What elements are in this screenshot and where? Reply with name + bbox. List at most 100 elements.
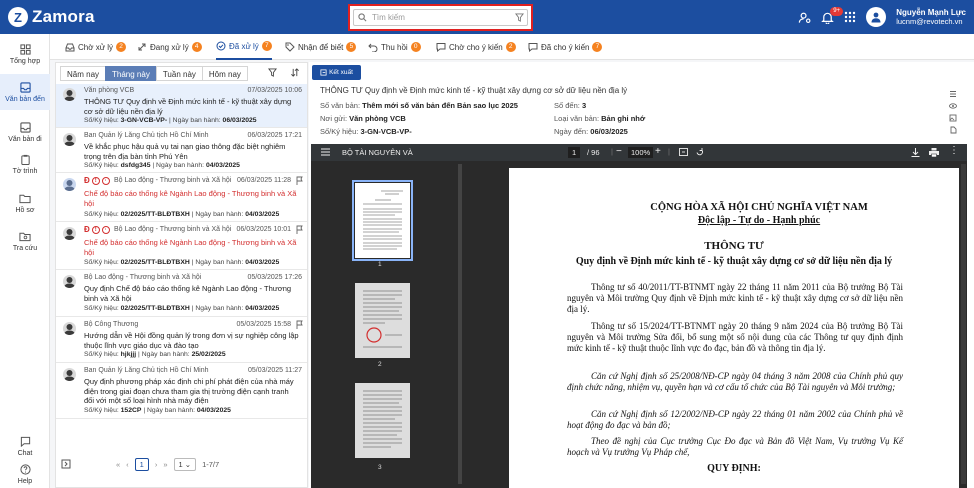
list-item-meta: Số/Ký hiệu: dsfdg345 | Ngày ban hành: 04… [84,162,240,169]
search-input[interactable]: Tìm kiếm [353,9,528,26]
document-icon[interactable] [949,126,957,134]
help-icon [19,463,31,475]
sidebar-item-label: Tờ trình [12,167,38,175]
page-thumbnail[interactable] [355,283,410,358]
list-filter-icon[interactable] [268,68,277,77]
list-item[interactable]: Bộ Lao động - Thương binh và Xã hội 05/0… [56,271,307,317]
export-icon [320,69,327,76]
menu-icon[interactable] [321,148,330,156]
eye-icon[interactable] [949,102,957,110]
user-info[interactable]: Nguyễn Mạnh Lực lucnm@revotech.vn [896,8,966,26]
dashboard-icon [19,43,31,55]
fit-page-icon[interactable] [679,148,688,156]
panel-toggle-icon[interactable] [61,459,71,469]
notification-bell-icon[interactable]: 9+ [821,6,844,24]
apps-grid-icon[interactable] [844,11,856,23]
list-item[interactable]: Văn phòng VCB 07/03/2025 10:06 THÔNG TƯ … [56,84,307,128]
search-box-highlight: Tìm kiếm [348,4,533,31]
list-item[interactable]: Đ ! · Bộ Lao động - Thương binh và Xã hộ… [56,223,307,270]
sidebar-item-ho-so[interactable]: Hồ sơ [0,185,50,221]
tab-nhan-de-biet[interactable]: Nhận để biết 5 [285,34,357,60]
print-icon[interactable] [929,148,939,157]
tab-count-badge: 5 [346,42,357,52]
page-thumbnail[interactable] [352,180,413,261]
page-range: 1-7/7 [202,460,220,469]
thumbnail-scrollbar[interactable] [458,164,462,484]
user-avatar[interactable] [866,7,887,27]
period-hom-nay[interactable]: Hôm nay [201,66,248,81]
sidebar-item-label: Hồ sơ [15,206,35,214]
sidebar-item-to-trinh[interactable]: Tờ trình [0,146,50,182]
download-icon[interactable] [911,148,920,157]
rotate-icon[interactable] [695,148,704,157]
zoom-out-icon[interactable]: − [616,146,622,157]
undo-icon [368,42,378,52]
sidebar-item-tra-cuu[interactable]: Tra cứu [0,223,50,259]
tab-cho-cho-y-kien[interactable]: Chờ cho ý kiến 2 [436,34,516,60]
tab-thu-hoi[interactable]: Thu hồi 0 [368,34,421,60]
tab-count-badge: 7 [261,41,272,51]
list-view-icon[interactable] [949,90,957,98]
top-header: Z Zamora Tìm kiếm 9+ Nguyễn Mạnh Lực luc… [0,0,974,34]
info-ngay-den: Ngày đến: 06/03/2025 [554,127,628,136]
pdf-viewer[interactable]: BỘ TÀI NGUYÊN VÀ 1 / 96 | − 100% + | ⋮ 1… [311,144,967,488]
prev-page-icon[interactable]: ‹ [126,460,129,469]
sort-icon[interactable] [290,68,300,77]
more-options-icon[interactable]: ⋮ [949,146,959,156]
app-logo[interactable]: Z Zamora [8,7,95,27]
user-settings-icon[interactable] [798,11,811,24]
period-nam-nay[interactable]: Năm nay [60,66,107,81]
list-item-meta: Số/Ký hiệu: 152CP | Ngày ban hành: 04/03… [84,407,231,414]
info-noi-gui: Nơi gửi: Văn phòng VCB [320,114,406,123]
tab-da-cho-y-kien[interactable]: Đã cho ý kiến 7 [528,34,603,60]
filter-icon[interactable] [515,13,524,22]
list-item-sender: Bộ Lao động - Thương binh và Xã hội [114,177,232,184]
thumbnail-sidebar: 1 2 3 [311,161,463,488]
page-size-select[interactable]: 1 ⌄ [173,458,197,471]
page-thumbnail[interactable] [355,383,410,458]
list-item-meta: Số/Ký hiệu: 02/2025/TT-BLĐTBXH | Ngày ba… [84,211,280,218]
sidebar-item-van-ban-den[interactable]: Văn bản đến [0,74,50,110]
page-scrollbar[interactable] [961,164,966,484]
list-item-date: 07/03/2025 10:06 [247,87,303,94]
sidebar: Tổng hợp Văn bản đến Văn bản đi Tờ trình… [0,34,50,488]
tab-count-badge: 7 [592,42,603,52]
app-name: Zamora [32,7,95,26]
list-item[interactable]: Ban Quản lý Lăng Chủ tịch Hồ Chí Minh 06… [56,129,307,173]
sidebar-item-van-ban-di[interactable]: Văn bản đi [0,114,50,150]
zoom-in-icon[interactable]: + [655,146,661,157]
list-item[interactable]: Bộ Công Thương 05/03/2025 15:58 Hướng dẫ… [56,318,307,363]
last-page-icon[interactable]: » [163,460,167,469]
tab-dang-xu-ly[interactable]: Đang xử lý 4 [137,34,202,60]
zoom-level[interactable]: 100% [628,147,654,158]
sidebar-help[interactable]: Help [0,456,50,488]
sidebar-item-tong-hop[interactable]: Tổng hợp [0,36,50,72]
next-page-icon[interactable]: › [155,460,158,469]
logo-mark-icon: Z [8,7,28,27]
period-tuan-nay[interactable]: Tuần này [155,66,203,81]
tab-da-xu-ly[interactable]: Đã xử lý 7 [216,34,272,60]
tab-label: Chờ cho ý kiến [449,42,503,52]
first-page-icon[interactable]: « [116,460,120,469]
list-item[interactable]: Đ ! · Bộ Lao động - Thương binh và Xã hộ… [56,174,307,222]
flag-icon[interactable] [296,225,304,234]
inbox-icon [19,81,31,93]
flag-icon[interactable] [296,176,304,185]
list-item[interactable]: Ban Quản lý Lăng Chủ tịch Hồ Chí Minh 05… [56,364,307,419]
document-list-panel: Năm nay Tháng này Tuần này Hôm nay Văn p… [55,62,308,488]
sender-avatar [63,133,76,146]
page-number-input[interactable]: 1 [568,147,581,158]
help-label: Help [17,477,33,485]
tab-label: Đã cho ý kiến [541,42,590,52]
flag-icon[interactable] [296,320,304,329]
page-section-heading: QUY ĐỊNH: [707,463,761,474]
period-thang-nay[interactable]: Tháng này [105,66,157,81]
image-icon[interactable] [949,114,957,122]
current-page[interactable]: 1 [134,458,149,471]
status-icons: Đ ! · [84,177,110,185]
export-button[interactable]: Kết xuất [312,65,361,80]
document-detail-panel: Kết xuất THÔNG TƯ Quy định về Định mức k… [309,62,974,488]
list-item-date: 05/03/2025 15:58 [236,321,292,328]
tab-cho-xu-ly[interactable]: Chờ xử lý 2 [65,34,127,60]
clock-icon: · [101,226,110,234]
